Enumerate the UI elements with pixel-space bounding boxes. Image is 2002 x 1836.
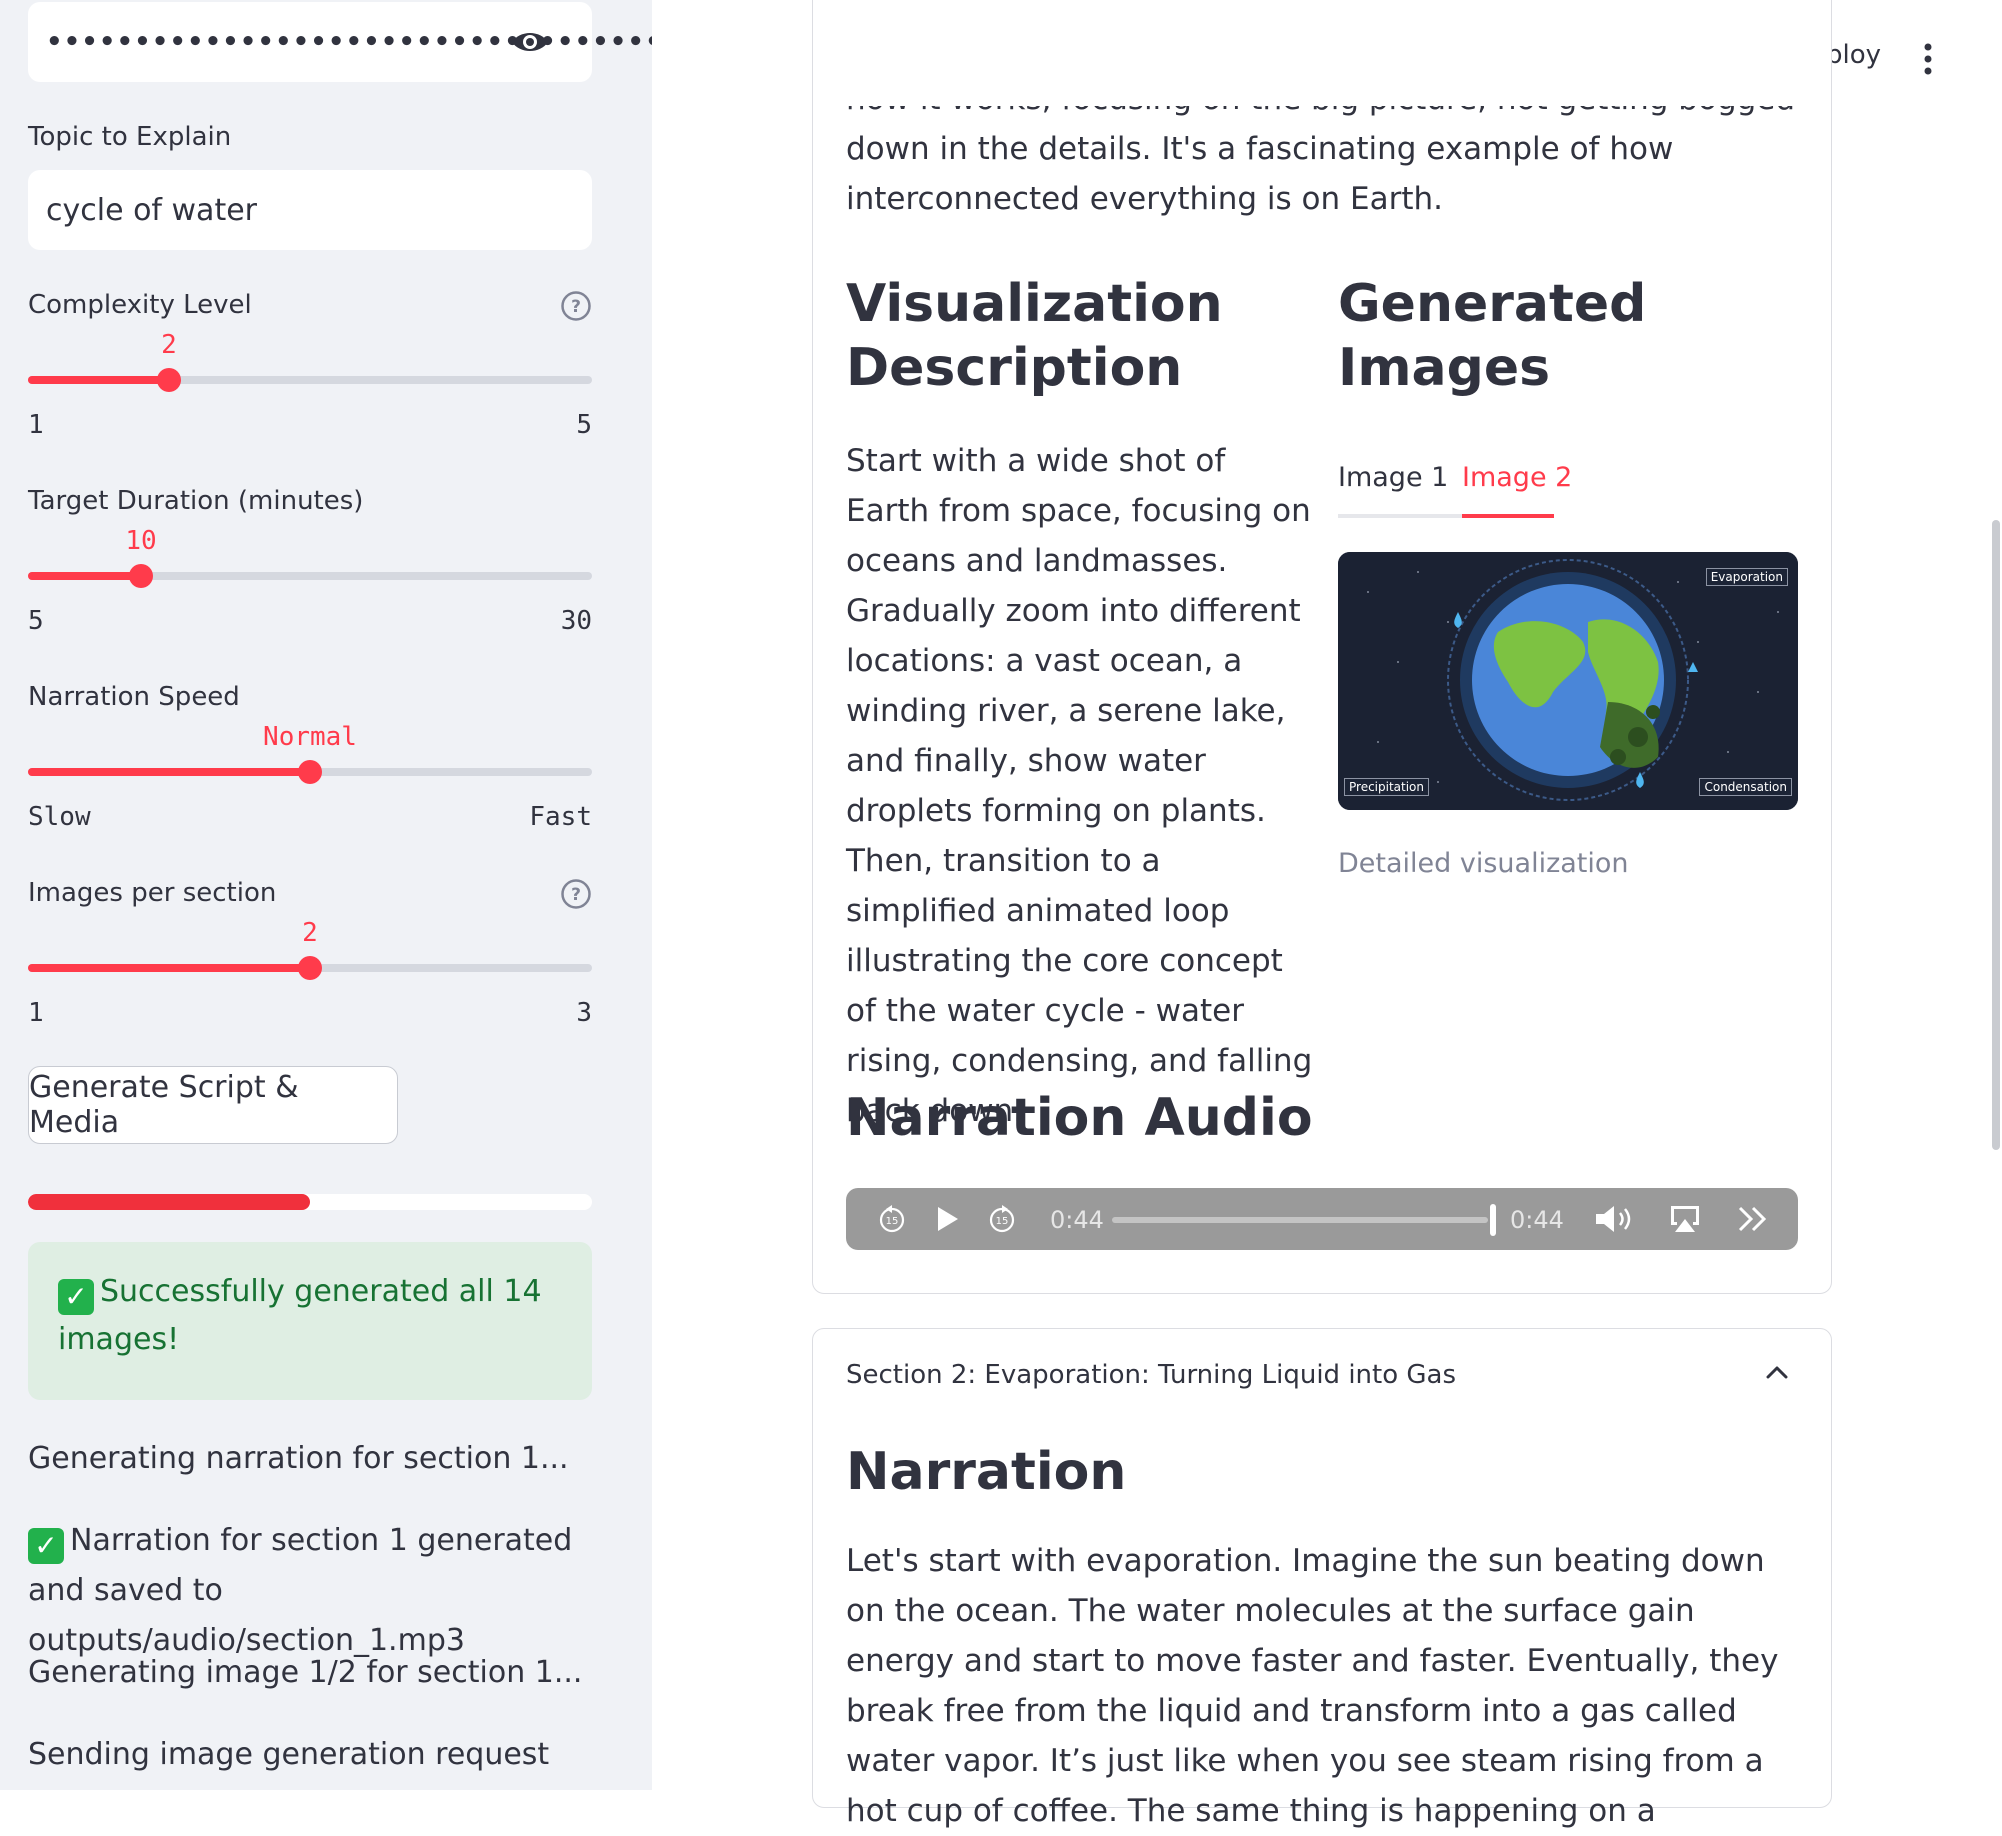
audio-player[interactable]: 15 15 0:44 0:44 xyxy=(846,1188,1798,1250)
svg-text:?: ? xyxy=(571,885,581,905)
topic-label: Topic to Explain xyxy=(28,122,232,152)
sidebar: •••••••••••••••••••••••••••••••••••••• T… xyxy=(0,0,652,1790)
narration-heading: Narration xyxy=(846,1442,1127,1502)
audio-seek-bar[interactable] xyxy=(1112,1217,1488,1223)
progress-fill xyxy=(28,1194,310,1210)
sidebar-content: •••••••••••••••••••••••••••••••••••••• T… xyxy=(28,0,652,1790)
images-value: 2 xyxy=(302,918,318,948)
precipitation-label: Precipitation xyxy=(1344,778,1430,796)
help-icon[interactable]: ? xyxy=(560,878,592,914)
progress-bar xyxy=(28,1194,592,1210)
complexity-max: 5 xyxy=(576,410,592,440)
narration-text: Let's start with evaporation. Imagine th… xyxy=(846,1543,1779,1829)
duration-label: Target Duration (minutes) xyxy=(28,486,364,516)
log-line: ✓ Narration for section 1 generated and s… xyxy=(28,1516,592,1666)
images-thumb[interactable] xyxy=(298,956,322,980)
images-slider[interactable] xyxy=(28,956,592,980)
log-line-text: Narration for section 1 generated and sa… xyxy=(28,1523,573,1658)
images-max: 3 xyxy=(576,998,592,1028)
images-min: 1 xyxy=(28,998,44,1028)
audio-seek-handle[interactable] xyxy=(1490,1204,1496,1236)
generate-button[interactable]: Generate Script & Media xyxy=(28,1066,398,1144)
narration-audio-heading: Narration Audio xyxy=(846,1088,1313,1148)
speed-slider[interactable] xyxy=(28,760,592,784)
section-2-expander-header[interactable]: Section 2: Evaporation: Turning Liquid i… xyxy=(846,1360,1456,1390)
visualization-description: Start with a wide shot of Earth from spa… xyxy=(846,443,1313,1129)
kebab-menu-icon[interactable] xyxy=(1918,42,1938,80)
generated-image[interactable]: Evaporation Precipitation Condensation xyxy=(1338,552,1798,810)
tab-active-indicator xyxy=(1462,514,1554,518)
tab-image-2[interactable]: Image 2 xyxy=(1462,462,1572,493)
check-icon: ✓ xyxy=(58,1279,94,1315)
svg-text:?: ? xyxy=(571,297,581,317)
generated-images-heading: Generated Images xyxy=(1338,274,1647,398)
complexity-thumb[interactable] xyxy=(157,368,181,392)
skip-forward-15-icon[interactable]: 15 xyxy=(986,1203,1018,1239)
log-line: Sending image generation request xyxy=(28,1737,550,1772)
airplay-icon[interactable] xyxy=(1668,1203,1702,1239)
condensation-label: Condensation xyxy=(1699,778,1792,796)
log-line: Generating image 1/2 for section 1... xyxy=(28,1655,583,1690)
duration-fill xyxy=(28,572,141,580)
skip-back-15-icon[interactable]: 15 xyxy=(876,1203,908,1239)
duration-slider[interactable] xyxy=(28,564,592,588)
earth-water-cycle-illustration xyxy=(1338,552,1798,810)
playback-rate-icon[interactable] xyxy=(1736,1203,1770,1239)
success-message: Successfully generated all 14 images! xyxy=(58,1274,542,1357)
duration-value: 10 xyxy=(125,526,157,556)
success-alert: ✓ Successfully generated all 14 images! xyxy=(28,1242,592,1400)
speed-thumb[interactable] xyxy=(298,760,322,784)
visualization-heading: Visualization Description xyxy=(846,274,1223,398)
eye-icon[interactable] xyxy=(510,28,550,63)
complexity-fill xyxy=(28,376,169,384)
tab-image-1[interactable]: Image 1 xyxy=(1338,462,1448,493)
audio-current-time: 0:44 xyxy=(1050,1206,1104,1234)
evaporation-label: Evaporation xyxy=(1705,568,1788,586)
complexity-min: 1 xyxy=(28,410,44,440)
images-label: Images per section xyxy=(28,878,277,908)
speed-fill xyxy=(28,768,310,776)
check-icon: ✓ xyxy=(28,1528,64,1564)
speed-value: Normal xyxy=(263,722,357,752)
svg-text:15: 15 xyxy=(886,1216,899,1227)
duration-min: 5 xyxy=(28,606,44,636)
speed-max: Fast xyxy=(529,802,592,832)
volume-icon[interactable] xyxy=(1592,1202,1638,1240)
duration-max: 30 xyxy=(560,606,592,636)
complexity-value: 2 xyxy=(161,330,177,360)
svg-text:15: 15 xyxy=(996,1216,1009,1227)
images-fill xyxy=(28,964,310,972)
log-line: Generating narration for section 1... xyxy=(28,1441,569,1476)
speed-label: Narration Speed xyxy=(28,682,240,712)
page-scrollbar[interactable] xyxy=(1992,520,2000,1150)
duration-thumb[interactable] xyxy=(129,564,153,588)
play-icon[interactable] xyxy=(932,1204,962,1238)
speed-min: Slow xyxy=(28,802,91,832)
api-key-value: •••••••••••••••••••••••••••••••••••••• xyxy=(46,27,652,57)
complexity-label: Complexity Level xyxy=(28,290,252,320)
image-caption: Detailed visualization xyxy=(1338,848,1629,879)
topic-input[interactable]: cycle of water xyxy=(28,170,592,250)
audio-duration: 0:44 xyxy=(1510,1206,1564,1234)
chevron-up-icon[interactable] xyxy=(1764,1362,1790,1386)
api-key-input[interactable]: •••••••••••••••••••••••••••••••••••••• xyxy=(28,2,652,82)
help-icon[interactable]: ? xyxy=(560,290,592,326)
topic-value: cycle of water xyxy=(46,192,257,228)
complexity-slider[interactable] xyxy=(28,368,592,392)
